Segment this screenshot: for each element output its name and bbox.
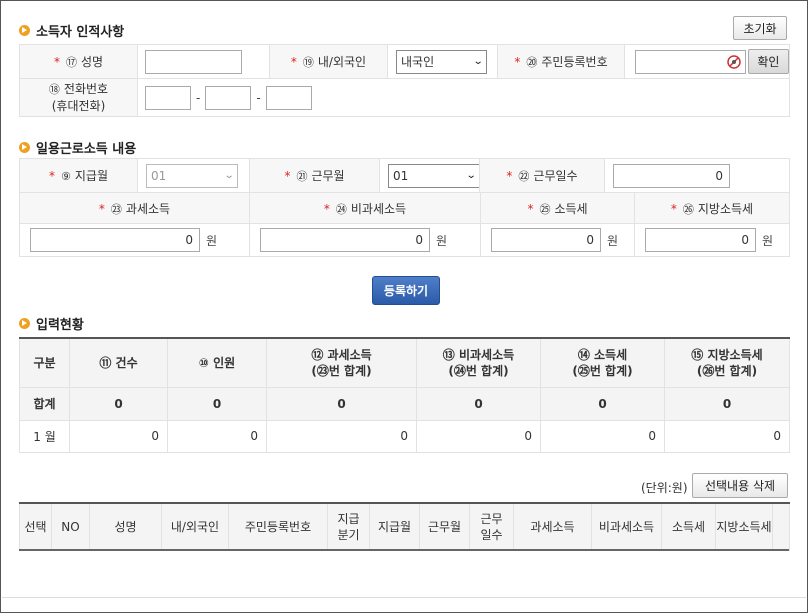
section-title-text: 일용근로소득 내용 [36, 142, 137, 157]
section-bullet-icon [19, 25, 30, 36]
local-tax-input[interactable]: 0 [645, 228, 756, 252]
list-header-cell: 주민등록번호 [228, 502, 328, 551]
name-label: * ⑰ 성명 [19, 44, 138, 79]
chevron-down-icon: ⌄ [465, 170, 477, 181]
list-header-cell: 성명 [89, 502, 162, 551]
nationality-label: * ⑲ 내/외국인 [269, 44, 388, 79]
unit-label: (단위:원) [641, 481, 688, 495]
list-header-cell: 소득세 [661, 502, 716, 551]
list-header-cell: 근무 일수 [469, 502, 514, 551]
list-header-cell: NO [51, 502, 90, 551]
status-header-cell: ⑫ 과세소득 (㉓번 합계) [266, 337, 417, 388]
section-bullet-icon [19, 318, 30, 329]
nontaxable-input[interactable]: 0 [260, 228, 430, 252]
phone-label: ⑱ 전화번호 (휴대전화) [19, 78, 138, 117]
pay-month-label: * ⑨ 지급월 [19, 158, 138, 193]
section-title-income: 일용근로소득 내용 [19, 138, 136, 157]
register-button[interactable]: 등록하기 [372, 276, 440, 305]
status-header-cell: 구분 [19, 337, 70, 388]
section-title-text: 소득자 인적사항 [36, 25, 125, 40]
section-title-personal: 소득자 인적사항 [19, 21, 124, 40]
reset-button[interactable]: 초기화 [733, 16, 787, 40]
list-header-select[interactable]: 선택 [19, 502, 52, 551]
status-header-cell: ⑭ 소득세 (㉕번 합계) [540, 337, 665, 388]
list-divider [19, 549, 789, 551]
rrn-input[interactable] [635, 49, 746, 74]
section-bullet-icon [19, 142, 30, 153]
list-scrollbar-header [772, 502, 790, 551]
income-tax-label: * ㉕ 소득세 [480, 192, 635, 224]
rrn-label: * ⑳ 주민등록번호 [497, 44, 625, 79]
personal-info-table: * ⑰ 성명 * ⑲ 내/외국인 내국인 ⌄ * ⑳ 주민등록번호 확인 ⑱ 전… [19, 44, 790, 117]
status-header-cell: ⑩ 인원 [167, 337, 267, 388]
rrn-confirm-button[interactable]: 확인 [747, 49, 789, 74]
list-header-cell: 지급월 [369, 502, 420, 551]
work-days-label: * ㉒ 근무일수 [479, 158, 605, 193]
section-title-text: 입력현황 [36, 318, 84, 333]
work-month-label: * ㉑ 근무월 [249, 158, 380, 193]
app-window: 소득자 인적사항 초기화 * ⑰ 성명 * ⑲ 내/외국인 내국인 ⌄ * ⑳ 주 [0, 0, 808, 613]
list-header-cell: 비과세소득 [591, 502, 662, 551]
footer-divider [2, 597, 806, 598]
list-header-cell: 지방소득세 [715, 502, 773, 551]
phone-part1-input[interactable] [145, 85, 191, 110]
status-summary-table: 구분 ⑪ 건수 ⑩ 인원 ⑫ 과세소득 (㉓번 합계) ⑬ 비과세소득 (㉔번 합계… [19, 337, 790, 453]
income-table-amounts: * ㉓ 과세소득 * ㉔ 비과세소득 * ㉕ 소득세 * ㉖ 지방소득세 0 원 0 [19, 192, 790, 257]
taxable-label: * ㉓ 과세소득 [19, 192, 250, 224]
nontaxable-label: * ㉔ 비과세소득 [249, 192, 481, 224]
entry-list-table: 선택 NO 성명 내/외국인 주민등록번호 지급 분기 지급월 근무월 근무 일수 … [19, 502, 790, 551]
name-input[interactable] [145, 49, 242, 74]
delete-selected-button[interactable]: 선택내용 삭제 [692, 473, 788, 498]
list-header-cell: 과세소득 [513, 502, 592, 551]
status-header-cell: ⑪ 건수 [69, 337, 168, 388]
status-total-row: 합계 0 0 0 0 0 0 [19, 386, 790, 421]
phone-part3-input[interactable] [265, 85, 312, 110]
status-month-row: 1 월 0 0 0 0 0 0 [19, 419, 790, 453]
taxable-input[interactable]: 0 [30, 228, 200, 252]
list-header-cell: 근무월 [419, 502, 470, 551]
local-tax-label: * ㉖ 지방소득세 [634, 192, 790, 224]
phone-part2-input[interactable] [205, 85, 252, 110]
chevron-down-icon: ⌄ [223, 170, 235, 181]
work-month-select[interactable]: 01 ⌄ [388, 163, 480, 188]
income-tax-input[interactable]: 0 [491, 228, 601, 252]
chevron-down-icon: ⌄ [472, 56, 484, 67]
status-header-cell: ⑬ 비과세소득 (㉔번 합계) [416, 337, 541, 388]
list-header-row: 선택 NO 성명 내/외국인 주민등록번호 지급 분기 지급월 근무월 근무 일수 … [19, 502, 790, 551]
income-table-top: * ⑨ 지급월 01 ⌄ * ㉑ 근무월 01 ⌄ * ㉒ 근무일수 0 [19, 158, 790, 193]
work-days-input[interactable]: 0 [613, 163, 730, 188]
section-title-status: 입력현황 [19, 314, 84, 333]
pay-month-select[interactable]: 01 ⌄ [146, 163, 238, 188]
nationality-select[interactable]: 내국인 ⌄ [396, 49, 487, 74]
status-header-row: 구분 ⑪ 건수 ⑩ 인원 ⑫ 과세소득 (㉓번 합계) ⑬ 비과세소득 (㉔번 합계… [19, 337, 790, 388]
status-header-cell: ⑮ 지방소득세 (㉖번 합계) [664, 337, 790, 388]
list-header-cell: 지급 분기 [327, 502, 370, 551]
list-header-cell: 내/외국인 [161, 502, 229, 551]
secure-keypad-icon[interactable] [727, 54, 741, 69]
